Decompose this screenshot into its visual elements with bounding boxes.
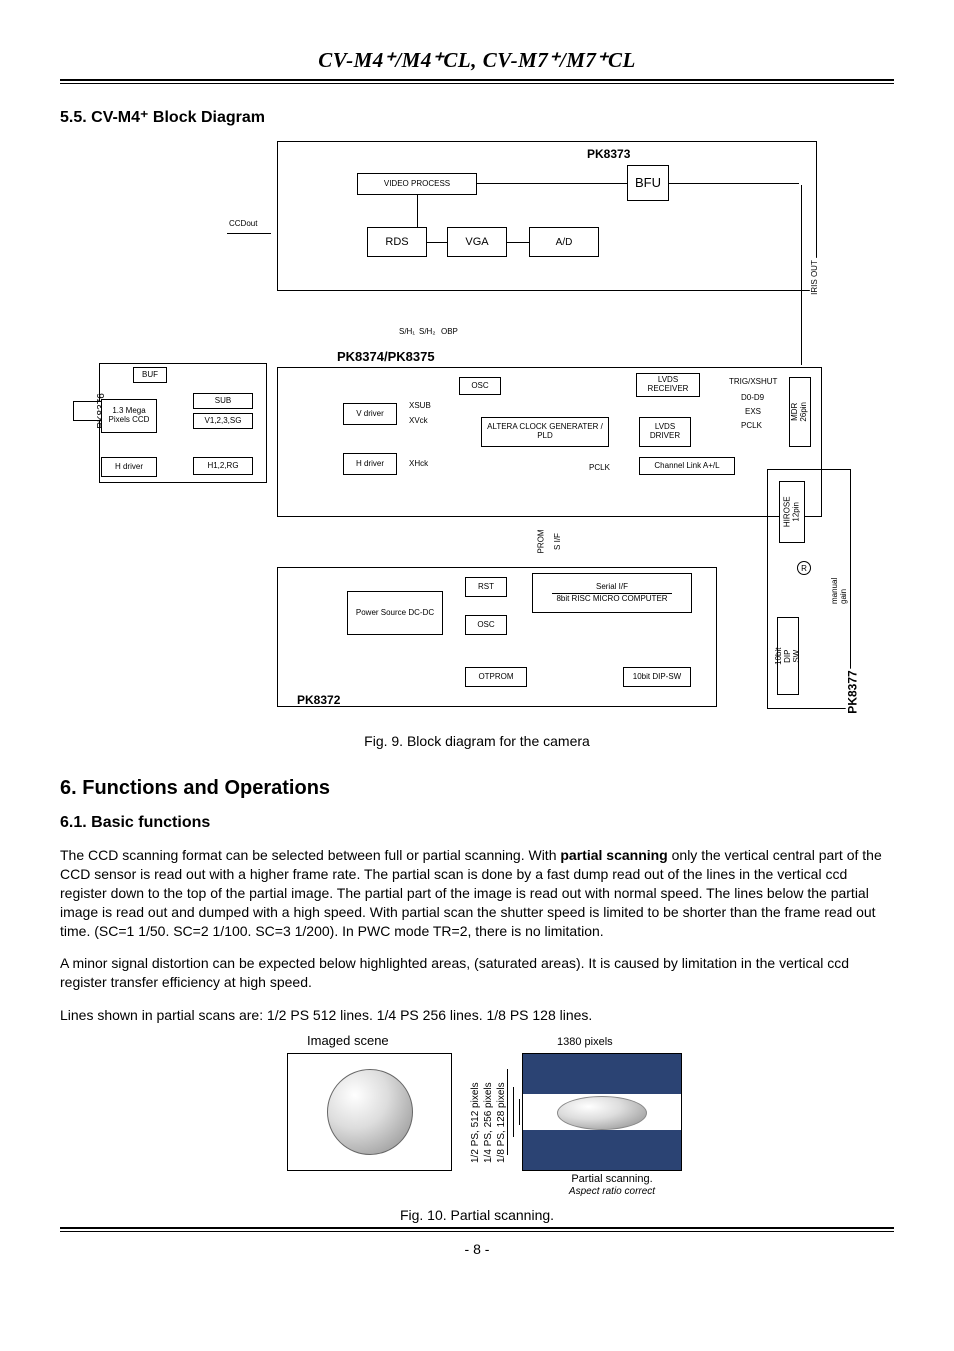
label-d0d9: D0-D9 [739, 393, 766, 402]
page-header-title: CV-M4⁺/M4⁺CL, CV-M7⁺/M7⁺CL [60, 48, 894, 73]
box-h12rg: H1,2,RG [193, 457, 253, 475]
label-xsub: XSUB [407, 401, 433, 410]
label-pk8377: PK8377 [846, 668, 860, 715]
fig10-1380-label: 1380 pixels [557, 1036, 613, 1048]
label-sh2: S/H₂ [417, 327, 437, 336]
fig10-diagram: Imaged scene 1380 pixels 1/2 PS, 512 pix… [267, 1033, 687, 1203]
fig10-caption: Fig. 10. Partial scanning. [60, 1207, 894, 1223]
box-hdriver2: H driver [343, 453, 397, 475]
label-trig: TRIG/XSHUT [727, 377, 779, 386]
box-hdriver: H driver [101, 457, 157, 477]
footer-divider [60, 1227, 894, 1229]
box-ad: A/D [529, 227, 599, 257]
label-obp: OBP [439, 327, 460, 336]
box-rds: RDS [367, 227, 427, 257]
box-ccd: 1.3 Mega Pixels CCD [101, 399, 157, 433]
box-rst: RST [465, 577, 507, 597]
box-v1234sg: V1,2,3,SG [193, 413, 253, 429]
label-pk8374: PK8374/PK8375 [337, 349, 435, 364]
label-pclk2: PCLK [587, 463, 612, 472]
label-sh1: S/H₁ [397, 327, 417, 336]
label-pk8372: PK8372 [297, 693, 340, 707]
box-osc2: OSC [465, 615, 507, 635]
box-bfu: BFU [627, 165, 669, 201]
box-osc1: OSC [459, 377, 501, 395]
label-pclk: PCLK [739, 421, 764, 430]
box-vdriver: V driver [343, 403, 397, 425]
box-micro: Serial I/F 8bit RISC MICRO COMPUTER [532, 573, 692, 613]
box-dip10b: 10bit DIP SW [777, 617, 799, 695]
box-hirose: HIROSE 12pin [779, 481, 805, 543]
sphere-icon [327, 1069, 413, 1155]
section-6-1-title: 6.1. Basic functions [60, 814, 894, 832]
page-number: - 8 - [60, 1241, 894, 1257]
box-channel-link: Channel Link A+/L [639, 457, 735, 475]
block-diagram: PK8373 VIDEO PROCESS BFU RDS VGA A/D CCD… [97, 137, 857, 727]
box-vga: VGA [447, 227, 507, 257]
box-buf: BUF [133, 367, 167, 383]
box-otprom: OTPROM [465, 667, 527, 687]
section-6-1-para3: Lines shown in partial scans are: 1/2 PS… [60, 1006, 894, 1025]
fig10-ps18-label: 1/8 PS, 128 pixels [496, 1083, 507, 1164]
label-sif: S I/F [553, 531, 562, 552]
box-video-process: VIDEO PROCESS [357, 173, 477, 195]
r-knob-icon: R [797, 561, 811, 575]
box-sub: SUB [193, 393, 253, 409]
section-6-title: 6. Functions and Operations [60, 777, 894, 800]
box-dip10: 10bit DIP-SW [623, 667, 691, 687]
box-mdr26: MDR 26pin [789, 377, 811, 447]
section-6-1-para1: The CCD scanning format can be selected … [60, 846, 894, 940]
box-lvds-drv: LVDS DRIVER [639, 417, 691, 447]
box-lvds-rx: LVDS RECEIVER [636, 373, 700, 397]
label-prom: PROM [537, 528, 546, 556]
label-xvck: XVck [407, 416, 430, 425]
fig10-scene-box [287, 1053, 452, 1171]
label-pk8373: PK8373 [587, 147, 630, 161]
fig10-ps12-label: 1/2 PS, 512 pixels [470, 1083, 481, 1164]
label-iris-out: IRIS OUT [810, 258, 819, 297]
label-ccdout: CCDout [227, 219, 259, 228]
label-manual-gain: manual gain [830, 570, 848, 606]
box-altera: ALTERA CLOCK GENERATER / PLD [481, 417, 609, 447]
header-divider [60, 79, 894, 83]
section-6-1-para2: A minor signal distortion can be expecte… [60, 954, 894, 992]
fig10-partial-caption: Partial scanning. Aspect ratio correct [542, 1173, 682, 1197]
ellipse-icon [557, 1096, 647, 1130]
fig9-caption: Fig. 9. Block diagram for the camera [60, 733, 894, 749]
fig10-imaged-scene-label: Imaged scene [307, 1033, 389, 1048]
label-exs: EXS [743, 407, 763, 416]
section-5-5-title: 5.5. CV-M4⁺ Block Diagram [60, 107, 894, 127]
fig10-ps14-label: 1/4 PS, 256 pixels [483, 1083, 494, 1164]
label-xhck: XHck [407, 459, 430, 468]
box-power: Power Source DC-DC [347, 591, 443, 635]
fig10-partial-box [522, 1053, 682, 1171]
